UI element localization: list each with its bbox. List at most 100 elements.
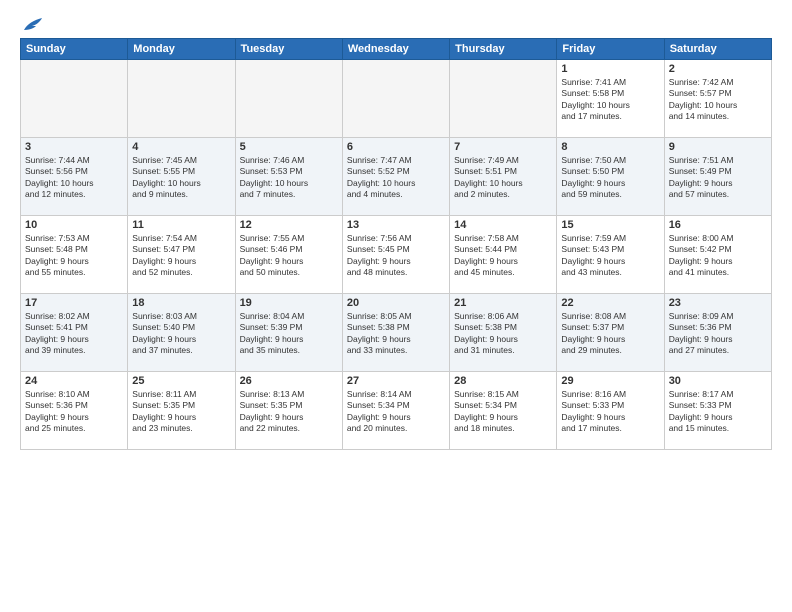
day-info: Sunrise: 8:09 AMSunset: 5:36 PMDaylight:… [669,311,767,357]
day-info: Sunrise: 7:53 AMSunset: 5:48 PMDaylight:… [25,233,123,279]
day-number: 23 [669,297,767,309]
calendar-day-cell: 21Sunrise: 8:06 AMSunset: 5:38 PMDayligh… [450,294,557,372]
day-info: Sunrise: 7:50 AMSunset: 5:50 PMDaylight:… [561,155,659,201]
calendar-day-cell: 12Sunrise: 7:55 AMSunset: 5:46 PMDayligh… [235,216,342,294]
calendar-day-cell [21,60,128,138]
day-number: 9 [669,141,767,153]
calendar-day-cell: 15 Sunrise: 7:59 AMSunset: 5:43 PMDayligh… [557,216,664,294]
calendar-day-cell: 17 Sunrise: 8:02 AMSunset: 5:41 PMDayligh… [21,294,128,372]
weekday-header: Saturday [664,39,771,60]
calendar-day-cell [128,60,235,138]
day-number: 25 [132,375,230,387]
day-number: 3 [25,141,123,153]
calendar-week-row: 17 Sunrise: 8:02 AMSunset: 5:41 PMDayligh… [21,294,772,372]
day-info: Sunrise: 8:11 AMSunset: 5:35 PMDaylight:… [132,389,230,435]
page: SundayMondayTuesdayWednesdayThursdayFrid… [0,0,792,612]
day-number: 10 [25,219,123,231]
calendar-day-cell [342,60,449,138]
day-info: Sunrise: 8:17 AMSunset: 5:33 PMDaylight:… [669,389,767,435]
day-number: 1 [561,63,659,75]
calendar-day-cell: 3 Sunrise: 7:44 AMSunset: 5:56 PMDaylight… [21,138,128,216]
day-info: Sunrise: 7:56 AMSunset: 5:45 PMDaylight:… [347,233,445,279]
day-number: 15 [561,219,659,231]
calendar-header-row: SundayMondayTuesdayWednesdayThursdayFrid… [21,39,772,60]
calendar-day-cell: 27 Sunrise: 8:14 AMSunset: 5:34 PMDayligh… [342,372,449,450]
day-info: Sunrise: 7:45 AMSunset: 5:55 PMDaylight:… [132,155,230,201]
calendar-day-cell: 16Sunrise: 8:00 AMSunset: 5:42 PMDayligh… [664,216,771,294]
calendar-day-cell: 29Sunrise: 8:16 AMSunset: 5:33 PMDayligh… [557,372,664,450]
calendar-day-cell: 10 Sunrise: 7:53 AMSunset: 5:48 PMDayligh… [21,216,128,294]
day-info: Sunrise: 8:04 AMSunset: 5:39 PMDaylight:… [240,311,338,357]
calendar-day-cell: 13 Sunrise: 7:56 AMSunset: 5:45 PMDayligh… [342,216,449,294]
calendar-day-cell: 30Sunrise: 8:17 AMSunset: 5:33 PMDayligh… [664,372,771,450]
day-info: Sunrise: 8:15 AMSunset: 5:34 PMDaylight:… [454,389,552,435]
header [20,16,772,30]
calendar-day-cell: 14 Sunrise: 7:58 AMSunset: 5:44 PMDayligh… [450,216,557,294]
day-info: Sunrise: 7:44 AMSunset: 5:56 PMDaylight:… [25,155,123,201]
calendar-day-cell: 22Sunrise: 8:08 AMSunset: 5:37 PMDayligh… [557,294,664,372]
day-info: Sunrise: 8:10 AMSunset: 5:36 PMDaylight:… [25,389,123,435]
weekday-header: Monday [128,39,235,60]
day-info: Sunrise: 7:54 AMSunset: 5:47 PMDaylight:… [132,233,230,279]
day-info: Sunrise: 7:59 AMSunset: 5:43 PMDaylight:… [561,233,659,279]
calendar-week-row: 1 Sunrise: 7:41 AMSunset: 5:58 PMDaylight… [21,60,772,138]
calendar-day-cell: 5 Sunrise: 7:46 AMSunset: 5:53 PMDaylight… [235,138,342,216]
day-number: 8 [561,141,659,153]
day-number: 6 [347,141,445,153]
calendar-day-cell: 7 Sunrise: 7:49 AMSunset: 5:51 PMDaylight… [450,138,557,216]
calendar-day-cell: 19Sunrise: 8:04 AMSunset: 5:39 PMDayligh… [235,294,342,372]
weekday-header: Tuesday [235,39,342,60]
calendar-week-row: 10 Sunrise: 7:53 AMSunset: 5:48 PMDayligh… [21,216,772,294]
day-number: 20 [347,297,445,309]
logo-text [20,16,44,34]
day-number: 5 [240,141,338,153]
day-number: 28 [454,375,552,387]
calendar-day-cell [450,60,557,138]
weekday-header: Wednesday [342,39,449,60]
weekday-header: Sunday [21,39,128,60]
calendar-day-cell: 6 Sunrise: 7:47 AMSunset: 5:52 PMDaylight… [342,138,449,216]
calendar-day-cell: 8 Sunrise: 7:50 AMSunset: 5:50 PMDaylight… [557,138,664,216]
day-info: Sunrise: 7:51 AMSunset: 5:49 PMDaylight:… [669,155,767,201]
day-info: Sunrise: 8:05 AMSunset: 5:38 PMDaylight:… [347,311,445,357]
calendar-day-cell [235,60,342,138]
weekday-header: Thursday [450,39,557,60]
calendar-day-cell: 9 Sunrise: 7:51 AMSunset: 5:49 PMDaylight… [664,138,771,216]
day-number: 24 [25,375,123,387]
calendar-week-row: 24 Sunrise: 8:10 AMSunset: 5:36 PMDayligh… [21,372,772,450]
day-info: Sunrise: 7:42 AMSunset: 5:57 PMDaylight:… [669,77,767,123]
day-number: 7 [454,141,552,153]
day-info: Sunrise: 8:13 AMSunset: 5:35 PMDaylight:… [240,389,338,435]
day-number: 11 [132,219,230,231]
calendar-day-cell: 11 Sunrise: 7:54 AMSunset: 5:47 PMDayligh… [128,216,235,294]
calendar: SundayMondayTuesdayWednesdayThursdayFrid… [20,38,772,450]
day-info: Sunrise: 7:41 AMSunset: 5:58 PMDaylight:… [561,77,659,123]
calendar-day-cell: 24 Sunrise: 8:10 AMSunset: 5:36 PMDayligh… [21,372,128,450]
logo [20,16,44,30]
calendar-day-cell: 18Sunrise: 8:03 AMSunset: 5:40 PMDayligh… [128,294,235,372]
day-info: Sunrise: 7:58 AMSunset: 5:44 PMDaylight:… [454,233,552,279]
day-info: Sunrise: 8:14 AMSunset: 5:34 PMDaylight:… [347,389,445,435]
day-number: 4 [132,141,230,153]
day-number: 13 [347,219,445,231]
day-info: Sunrise: 7:46 AMSunset: 5:53 PMDaylight:… [240,155,338,201]
day-info: Sunrise: 7:49 AMSunset: 5:51 PMDaylight:… [454,155,552,201]
day-info: Sunrise: 7:47 AMSunset: 5:52 PMDaylight:… [347,155,445,201]
day-number: 27 [347,375,445,387]
weekday-header: Friday [557,39,664,60]
calendar-day-cell: 23 Sunrise: 8:09 AMSunset: 5:36 PMDayligh… [664,294,771,372]
calendar-day-cell: 26Sunrise: 8:13 AMSunset: 5:35 PMDayligh… [235,372,342,450]
calendar-day-cell: 4 Sunrise: 7:45 AMSunset: 5:55 PMDaylight… [128,138,235,216]
logo-bird-icon [22,16,44,34]
calendar-day-cell: 20 Sunrise: 8:05 AMSunset: 5:38 PMDayligh… [342,294,449,372]
day-number: 12 [240,219,338,231]
day-number: 17 [25,297,123,309]
day-number: 21 [454,297,552,309]
day-number: 18 [132,297,230,309]
day-number: 16 [669,219,767,231]
day-number: 14 [454,219,552,231]
day-number: 22 [561,297,659,309]
calendar-week-row: 3 Sunrise: 7:44 AMSunset: 5:56 PMDaylight… [21,138,772,216]
calendar-day-cell: 1 Sunrise: 7:41 AMSunset: 5:58 PMDaylight… [557,60,664,138]
day-info: Sunrise: 8:02 AMSunset: 5:41 PMDaylight:… [25,311,123,357]
